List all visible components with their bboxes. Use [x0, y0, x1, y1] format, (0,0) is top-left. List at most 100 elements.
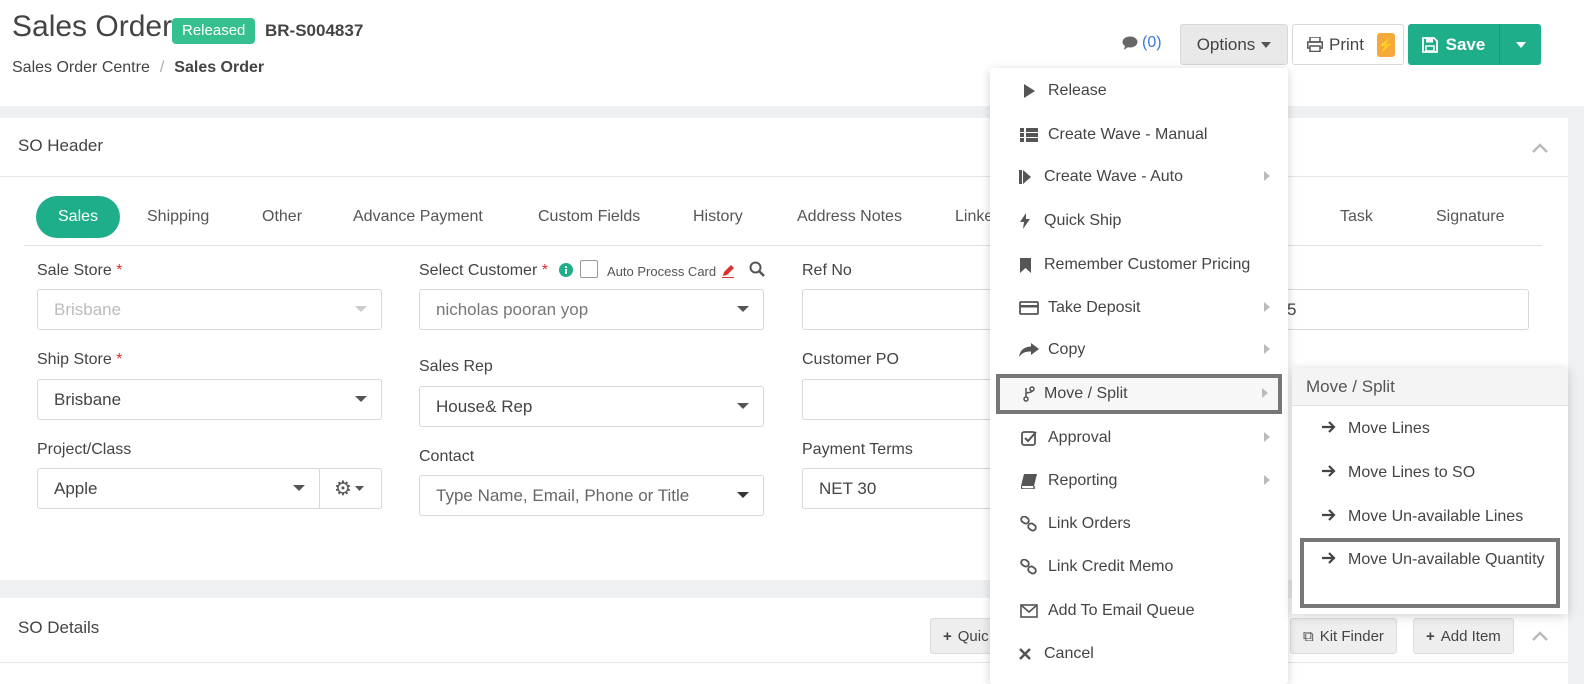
caret-down-icon [1515, 41, 1526, 48]
chevron-up-icon[interactable] [1532, 140, 1548, 156]
project-class-select[interactable]: Apple [37, 468, 320, 509]
order-number: BR-S004837 [265, 21, 364, 40]
bolt-icon[interactable]: ⚡ [1377, 33, 1395, 57]
menu-item-reporting[interactable]: Reporting [990, 461, 1288, 501]
breadcrumb: Sales Order Centre / Sales Order [12, 59, 264, 77]
so-details-title: SO Details [18, 618, 100, 637]
gear-icon: ⚙ [334, 478, 352, 500]
share-icon [1018, 343, 1040, 357]
contact-select[interactable]: Type Name, Email, Phone or Title [419, 475, 764, 516]
cubes-icon: ⧉ [1303, 627, 1314, 645]
caret-down-icon [354, 486, 364, 491]
print-button[interactable]: Print ⚡ [1292, 24, 1404, 65]
menu-item-link-credit-memo[interactable]: Link Credit Memo [990, 547, 1288, 587]
menu-item-approval[interactable]: Approval [990, 418, 1288, 458]
plus-icon: + [943, 627, 952, 645]
partial-field[interactable]: 5 [1270, 289, 1529, 330]
customer-select[interactable]: nicholas pooran yop [419, 289, 764, 330]
list-icon [1018, 128, 1040, 142]
tab-history[interactable]: History [693, 196, 743, 238]
comments-count: (0) [1142, 34, 1162, 51]
save-dropdown-toggle[interactable] [1500, 41, 1541, 48]
submenu-item-move-unavailable-quantity[interactable]: Move Un-available Quantity [1300, 538, 1560, 608]
menu-item-copy[interactable]: Copy [990, 330, 1288, 370]
status-badge: Released [172, 18, 256, 44]
auto-process-card-label: Auto Process Card [607, 264, 717, 279]
so-header-title: SO Header [18, 136, 104, 155]
ship-store-select[interactable]: Brisbane [37, 379, 382, 420]
arrow-right-icon [1322, 464, 1340, 482]
sales-rep-select[interactable]: House& Rep [419, 386, 764, 427]
tab-linked[interactable]: Linke [955, 196, 993, 238]
info-icon[interactable] [559, 263, 573, 277]
tab-shipping[interactable]: Shipping [147, 196, 209, 238]
link-icon [1018, 559, 1040, 575]
breadcrumb-link-sales-order-centre[interactable]: Sales Order Centre [12, 59, 150, 76]
check-square-icon [1018, 430, 1040, 446]
branch-icon [1018, 386, 1040, 402]
menu-item-cancel[interactable]: Cancel [990, 634, 1288, 674]
tab-advance-payment[interactable]: Advance Payment [353, 196, 483, 238]
so-header-tabs: Sales Shipping Other Advance Payment Cus… [24, 196, 1542, 246]
payment-terms-select[interactable]: NET 30 [802, 468, 1002, 509]
bookmark-icon [1014, 257, 1036, 273]
options-button[interactable]: Options [1180, 24, 1288, 65]
comment-icon [1122, 36, 1138, 50]
menu-item-create-wave-auto[interactable]: Create Wave - Auto [990, 157, 1288, 197]
customer-po-input[interactable] [802, 379, 1002, 420]
menu-item-remember-customer-pricing[interactable]: Remember Customer Pricing [990, 245, 1288, 285]
tab-custom-fields[interactable]: Custom Fields [538, 196, 640, 238]
contact-label: Contact [419, 448, 475, 465]
sales-rep-label: Sales Rep [419, 358, 493, 375]
play-icon [1018, 84, 1040, 98]
submenu-item-move-lines-to-so[interactable]: Move Lines to SO [1292, 464, 1568, 482]
payment-terms-label: Payment Terms [802, 441, 913, 458]
floppy-disk-icon [1421, 36, 1438, 53]
add-item-button[interactable]: + Add Item [1413, 618, 1514, 654]
menu-item-release[interactable]: Release [990, 71, 1288, 111]
project-settings-button[interactable]: ⚙ [319, 468, 382, 509]
bolt-icon [1014, 213, 1036, 229]
link-icon [1018, 516, 1040, 532]
menu-item-link-orders[interactable]: Link Orders [990, 504, 1288, 544]
menu-item-take-deposit[interactable]: Take Deposit [990, 288, 1288, 328]
tab-task[interactable]: Task [1340, 196, 1373, 238]
kit-finder-button[interactable]: ⧉ Kit Finder [1290, 618, 1397, 654]
menu-item-move-split[interactable]: Move / Split [996, 374, 1282, 414]
tab-signature[interactable]: Signature [1436, 196, 1505, 238]
pencil-icon[interactable] [721, 264, 735, 278]
breadcrumb-separator: / [159, 59, 165, 76]
submenu-item-move-unavailable-lines[interactable]: Move Un-available Lines [1292, 508, 1568, 526]
ref-no-input[interactable] [802, 289, 1002, 330]
submenu-item-move-lines[interactable]: Move Lines [1292, 420, 1568, 438]
search-icon[interactable] [749, 261, 765, 277]
options-label: Options [1196, 34, 1256, 54]
select-customer-label: Select Customer * [419, 262, 548, 279]
options-menu: Release Create Wave - Manual Create Wave… [990, 68, 1288, 684]
move-split-submenu: Move / Split Move Lines Move Lines to SO… [1292, 368, 1568, 614]
tab-sales[interactable]: Sales [36, 196, 121, 238]
page-header: Sales Order Released BR-S004837 Sales Or… [0, 0, 1584, 106]
sale-store-label: Sale Store * [37, 262, 123, 279]
tab-address-notes[interactable]: Address Notes [797, 196, 902, 238]
project-class-label: Project/Class [37, 441, 132, 458]
comments-button[interactable]: (0) [1122, 34, 1162, 52]
save-button[interactable]: Save [1408, 24, 1500, 65]
arrow-right-icon [1322, 420, 1340, 438]
ship-store-label: Ship Store * [37, 351, 123, 368]
ref-no-label: Ref No [802, 262, 852, 279]
quick-add-button[interactable]: + Quic [930, 618, 996, 654]
breadcrumb-current: Sales Order [174, 59, 265, 76]
times-icon [1014, 648, 1036, 660]
customer-po-label: Customer PO [802, 351, 899, 368]
menu-item-add-to-email-queue[interactable]: Add To Email Queue [990, 591, 1288, 631]
credit-card-icon [1018, 301, 1040, 315]
sale-store-select: Brisbane [37, 289, 382, 330]
auto-process-card-checkbox[interactable] [580, 260, 598, 278]
divider [0, 662, 1568, 663]
save-button-group: Save [1408, 24, 1541, 65]
tab-other[interactable]: Other [262, 196, 302, 238]
chevron-up-icon[interactable] [1532, 628, 1548, 646]
menu-item-create-wave-manual[interactable]: Create Wave - Manual [990, 115, 1288, 155]
menu-item-quick-ship[interactable]: Quick Ship [990, 201, 1288, 241]
